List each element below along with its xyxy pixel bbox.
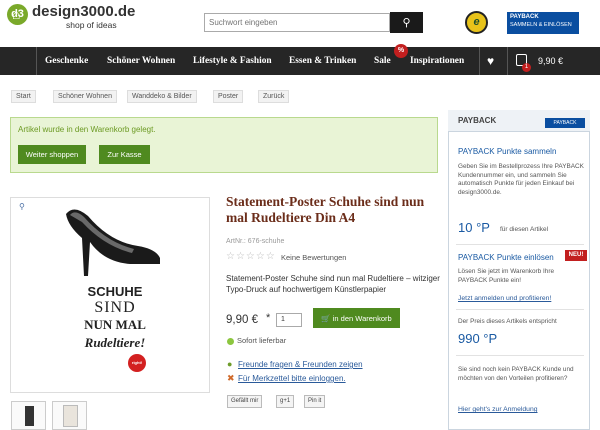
- product-title: Statement-Poster Schuhe sind nun mal Rud…: [226, 194, 425, 225]
- nav-divider: [507, 47, 508, 75]
- logo-tagline: shop of ideas: [66, 20, 117, 30]
- article-number: ArtNr.: 676-schuhe: [226, 238, 285, 245]
- price-note: *: [266, 312, 271, 324]
- stock-indicator-icon: [227, 338, 234, 345]
- reviews-text: Keine Bewertungen: [281, 253, 347, 262]
- add-to-cart-button[interactable]: 🛒 in den Warenkorb: [313, 308, 400, 328]
- points-price: 990 °P: [458, 331, 498, 346]
- payback-header-banner[interactable]: PAYBACK SAMMELN & EINLÖSEN: [507, 12, 579, 34]
- nav-divider: [479, 47, 480, 75]
- points-article: 10 °P: [458, 220, 490, 235]
- sidebar-divider: [456, 355, 584, 356]
- nav-item-lifestyle[interactable]: Lifestyle & Fashion: [193, 47, 272, 75]
- payback-login-link[interactable]: Jetzt anmelden und profitieren!: [458, 295, 551, 302]
- payback-cta: SAMMELN & EINLÖSEN: [510, 21, 572, 28]
- nav-item-inspirationen[interactable]: Inspirationen: [410, 47, 464, 75]
- new-badge: NEU!: [565, 250, 587, 261]
- payback-label: PAYBACK: [510, 14, 539, 20]
- trusted-shops-badge[interactable]: e: [465, 11, 488, 34]
- stock-status: Sofort lieferbar: [237, 336, 287, 345]
- cart-icon: 🛒: [321, 313, 333, 323]
- payback-sidebar-title: PAYBACK: [458, 116, 497, 125]
- wishlist-icon: ✖: [227, 373, 235, 383]
- high-heel-shoe-graphic: [66, 209, 160, 276]
- price-equiv-text: Der Preis dieses Artikels entspricht: [458, 318, 557, 325]
- noncustomer-text: Sie sind noch kein PAYBACK Kunde und möc…: [458, 366, 574, 382]
- poster-line-1: SCHUHE: [87, 284, 143, 299]
- points-article-label: für diesen Artikel: [500, 226, 549, 233]
- redeem-text: Lösen Sie jetzt im Warenkorb Ihre PAYBAC…: [458, 268, 555, 284]
- sidebar-divider: [456, 244, 584, 245]
- search-icon: ⚲: [402, 17, 411, 29]
- product-thumbnail-2[interactable]: [52, 401, 87, 430]
- heart-icon[interactable]: ♥: [487, 47, 494, 75]
- search-button[interactable]: ⚲: [390, 12, 423, 33]
- nav-divider: [36, 47, 37, 75]
- breadcrumb-back[interactable]: Zurück: [258, 90, 290, 103]
- product-price: 9,90 €: [226, 314, 258, 326]
- continue-shopping-button[interactable]: Weiter shoppen: [18, 145, 86, 164]
- cart-count-badge: 1: [522, 63, 531, 72]
- checkout-button[interactable]: Zur Kasse: [99, 145, 150, 164]
- nav-item-essen[interactable]: Essen & Trinken: [289, 47, 356, 75]
- product-thumbnail-1[interactable]: [11, 401, 46, 430]
- rating-stars[interactable]: ☆☆☆☆☆: [226, 251, 276, 262]
- poster-line-4: Rudeltiere!: [84, 335, 146, 350]
- collect-heading: PAYBACK Punkte sammeln: [458, 147, 557, 156]
- pinterest-button[interactable]: Pin it: [304, 395, 326, 408]
- redeem-heading: PAYBACK Punkte einlösen: [458, 253, 554, 262]
- wishlist-login-link[interactable]: Für Merkzettel bitte einloggen.: [238, 374, 346, 383]
- nav-item-sale[interactable]: Sale: [374, 47, 391, 75]
- breadcrumb-start[interactable]: Start: [11, 90, 36, 103]
- breadcrumb-schoener-wohnen[interactable]: Schöner Wohnen: [53, 90, 117, 103]
- thumbnail-shoe: [25, 406, 34, 426]
- payback-register-link[interactable]: Hier geht's zur Anmeldung: [458, 406, 538, 413]
- ask-friends-link[interactable]: Freunde fragen & Freunden zeigen: [238, 360, 363, 369]
- facebook-like-button[interactable]: Gefällt mir: [227, 395, 263, 408]
- poster-brand-dot: right!: [128, 354, 146, 372]
- payback-logo: PAYBACK: [545, 118, 585, 128]
- product-description: Statement-Poster Schuhe sind nun mal Rud…: [226, 274, 440, 294]
- page: d3 design3000.de shop of ideas ⚲ e PAYBA…: [0, 0, 600, 430]
- poster-line-2: SIND: [94, 299, 136, 316]
- cart-notice-text: Artikel wurde in den Warenkorb gelegt.: [18, 125, 156, 134]
- thumbnail-frame: [63, 405, 78, 427]
- friends-icon: ●: [227, 359, 233, 369]
- product-poster-image[interactable]: SCHUHE SIND NUN MAL Rudeltiere!: [60, 202, 170, 384]
- sale-badge: %: [394, 44, 408, 58]
- quantity-select[interactable]: 1: [276, 313, 302, 327]
- poster-line-3: NUN MAL: [84, 317, 146, 332]
- search-input[interactable]: [204, 13, 390, 32]
- zoom-icon[interactable]: ⚲: [19, 202, 25, 211]
- cart-total[interactable]: 9,90 €: [538, 47, 563, 75]
- logo-text[interactable]: design3000.de: [32, 3, 135, 20]
- sidebar-divider: [456, 309, 584, 310]
- google-plus-button[interactable]: g+1: [276, 395, 295, 408]
- breadcrumb-poster[interactable]: Poster: [213, 90, 244, 103]
- add-to-cart-label: in den Warenkorb: [332, 313, 392, 323]
- collect-text: Geben Sie im Bestellprozess Ihre PAYBACK…: [458, 163, 584, 196]
- house-icon[interactable]: ⌂: [12, 5, 20, 23]
- nav-item-schoener-wohnen[interactable]: Schöner Wohnen: [107, 47, 175, 75]
- nav-item-geschenke[interactable]: Geschenke: [45, 47, 88, 75]
- breadcrumb-wanddeko[interactable]: Wanddeko & Bilder: [127, 90, 197, 103]
